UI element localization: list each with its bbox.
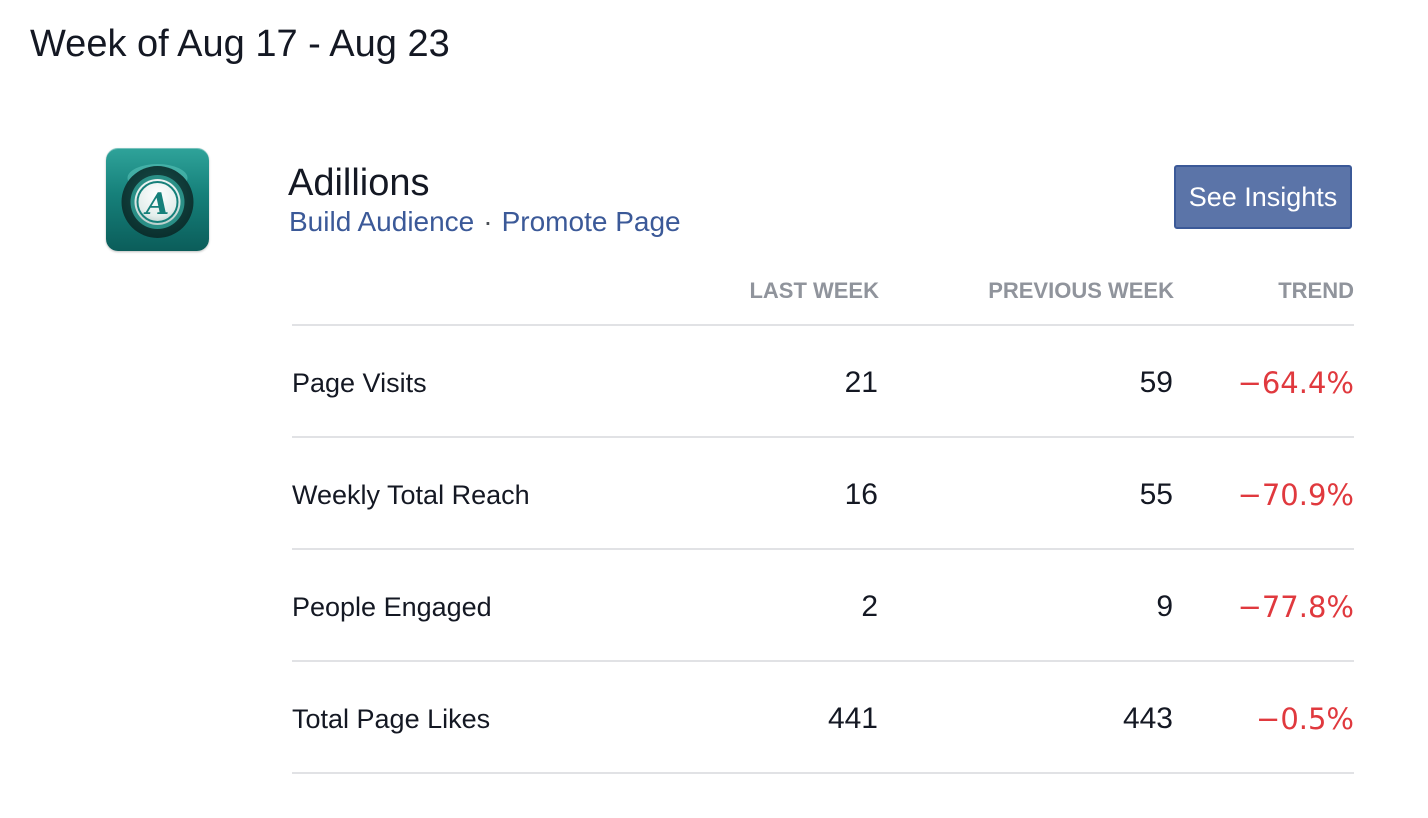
table-row: Weekly Total Reach 16 55 −70.9% (292, 438, 1354, 550)
table-row: Total Page Likes 441 443 −0.5% (292, 662, 1354, 774)
table-row: People Engaged 2 9 −77.8% (292, 550, 1354, 662)
previous-week-value: 443 (1122, 702, 1173, 735)
table-row: Page Visits 21 59 −64.4% (292, 326, 1354, 438)
row-label-total-page-likes: Total Page Likes (292, 704, 491, 734)
see-insights-button[interactable]: See Insights (1174, 165, 1352, 229)
trend-value: −0.5% (1256, 702, 1354, 736)
promote-page-link[interactable]: Promote Page (502, 206, 681, 237)
row-label-people-engaged: People Engaged (292, 592, 492, 622)
last-week-value: 2 (861, 590, 878, 623)
trend-value: −64.4% (1237, 366, 1354, 400)
stats-header-row: LAST WEEK PREVIOUS WEEK TREND (292, 266, 1354, 326)
previous-week-value: 59 (1139, 366, 1173, 399)
row-label-page-visits: Page Visits (292, 368, 427, 398)
last-week-value: 16 (844, 478, 878, 511)
column-header-previous-week: PREVIOUS WEEK (988, 278, 1174, 303)
previous-week-value: 55 (1139, 478, 1173, 511)
separator-dot: · (483, 206, 493, 237)
last-week-value: 441 (827, 702, 878, 735)
build-audience-link[interactable]: Build Audience (289, 206, 474, 237)
week-title: Week of Aug 17 - Aug 23 (30, 23, 450, 65)
logo-graphic: A (121, 164, 194, 238)
row-label-weekly-total-reach: Weekly Total Reach (292, 480, 530, 510)
column-header-last-week: LAST WEEK (749, 278, 879, 303)
column-header-trend: TREND (1278, 278, 1354, 303)
page-actions: Build Audience · Promote Page (289, 205, 681, 239)
page-name[interactable]: Adillions (288, 160, 430, 206)
last-week-value: 21 (844, 366, 878, 399)
adillions-logo-icon[interactable]: A (106, 148, 209, 251)
trend-value: −77.8% (1237, 590, 1354, 624)
logo-letter: A (143, 187, 169, 222)
previous-week-value: 9 (1156, 590, 1173, 623)
stats-table: LAST WEEK PREVIOUS WEEK TREND Page Visit… (292, 266, 1354, 774)
trend-value: −70.9% (1237, 478, 1354, 512)
